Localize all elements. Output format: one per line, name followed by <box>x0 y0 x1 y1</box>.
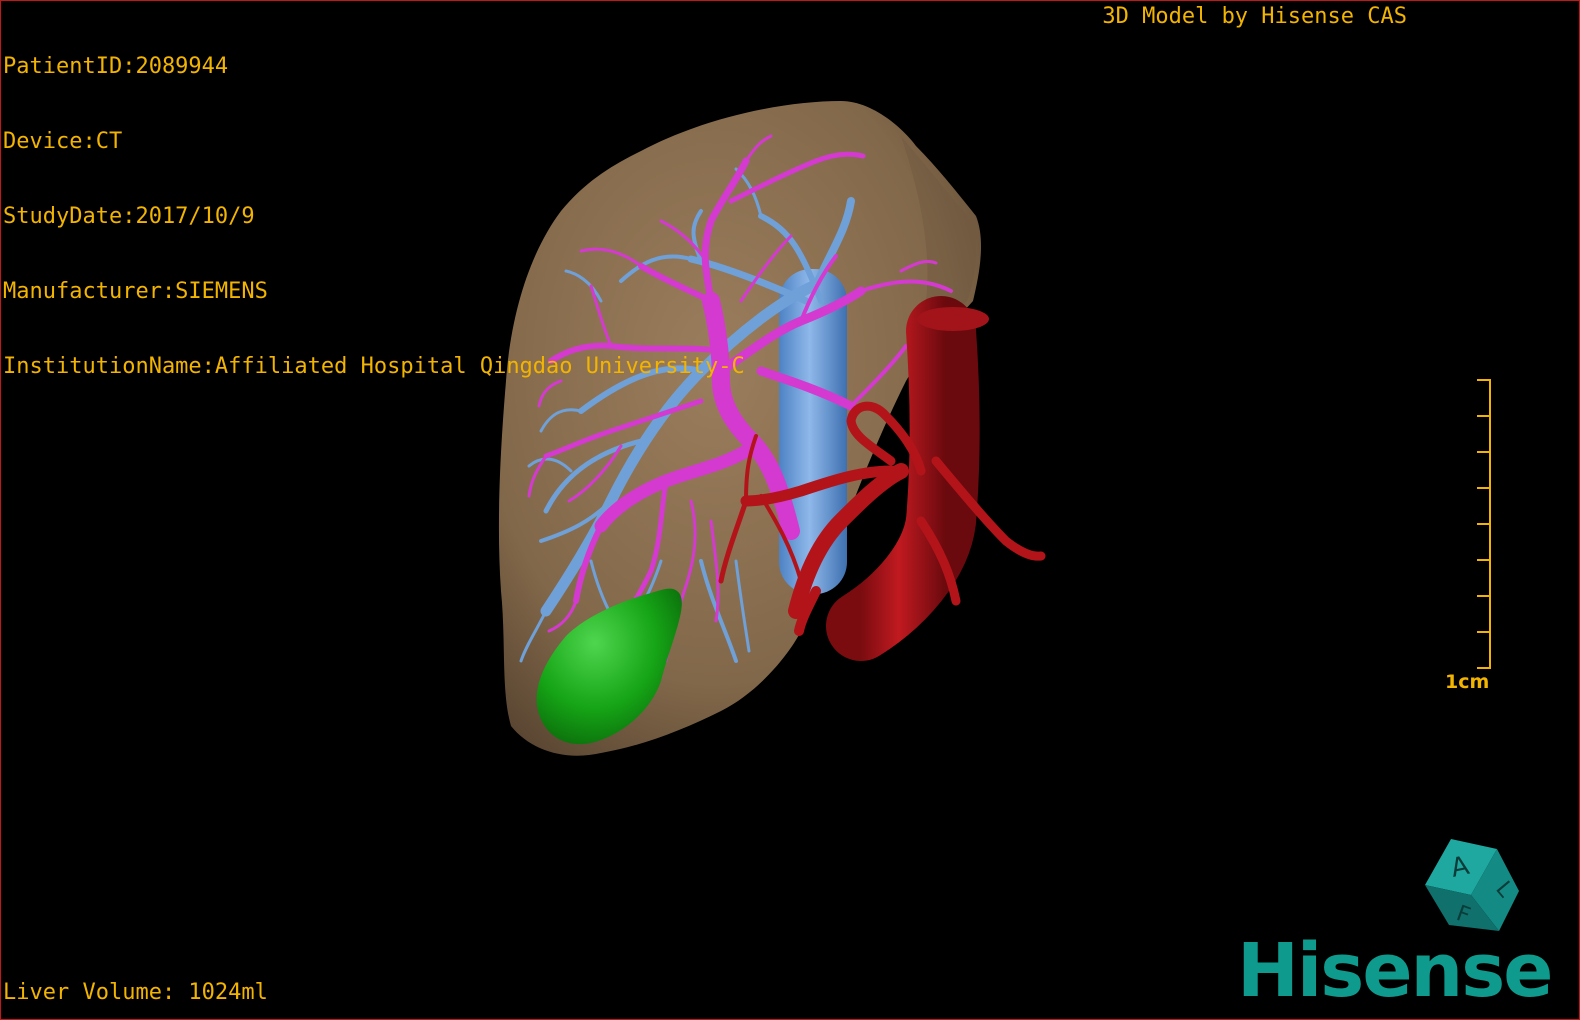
scale-bar <box>1477 379 1491 669</box>
scale-label: 1cm <box>1445 671 1490 693</box>
patient-id-text: PatientID:2089944 <box>3 54 229 79</box>
orientation-cube-icon[interactable]: A L F <box>1419 833 1523 937</box>
patient-info-overlay: PatientID:2089944 Device:CT StudyDate:20… <box>3 4 745 429</box>
institution-text: InstitutionName:Affiliated Hospital Qing… <box>3 354 745 379</box>
brand-caption: 3D Model by Hisense CAS <box>1102 4 1407 29</box>
manufacturer-text: Manufacturer:SIEMENS <box>3 279 268 304</box>
liver-volume-text: Liver Volume: 1024ml <box>3 980 268 1005</box>
3d-viewport[interactable]: PatientID:2089944 Device:CT StudyDate:20… <box>0 0 1580 1020</box>
hisense-logo: Hisense <box>1237 928 1553 1014</box>
study-date-text: StudyDate:2017/10/9 <box>3 204 255 229</box>
device-text: Device:CT <box>3 129 123 154</box>
